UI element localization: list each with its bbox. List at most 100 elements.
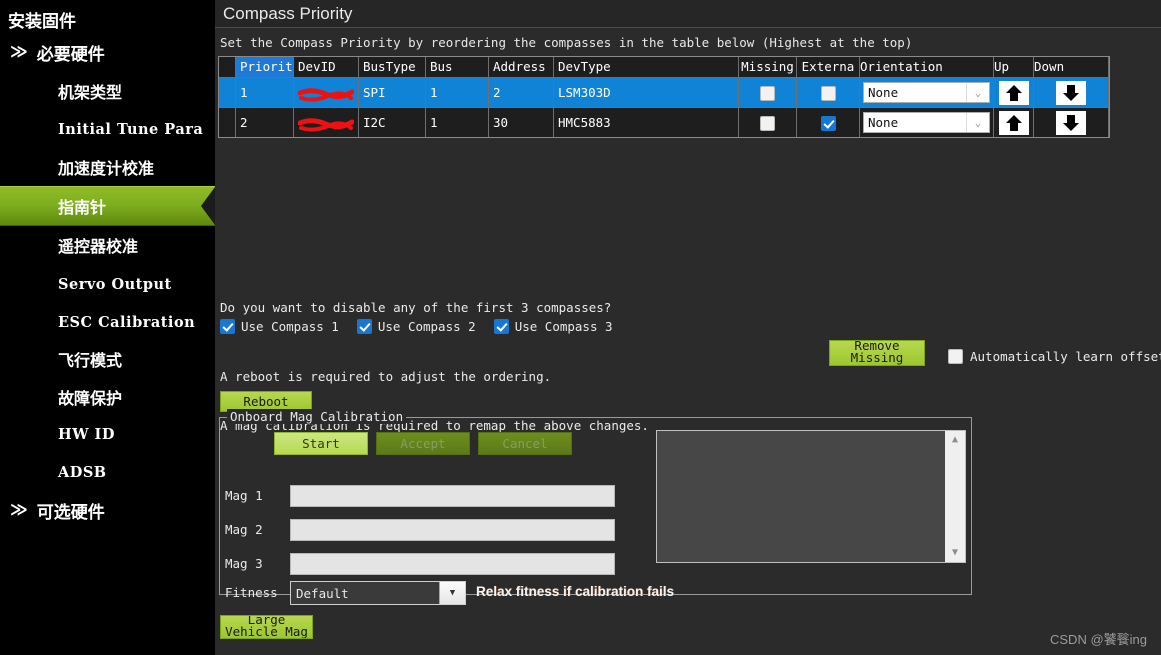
cell-devtype: LSM303D <box>554 78 739 107</box>
table-header-devid[interactable]: DevID <box>294 57 359 77</box>
large-vehicle-mag-button[interactable]: Large Vehicle Mag <box>220 615 313 639</box>
app-root: 安装固件 ≫ 必要硬件 机架类型 Initial Tune Para 加速度计校准 指南针遥… <box>0 0 1161 655</box>
main-panel: Compass Priority Set the Compass Priorit… <box>215 0 1161 655</box>
sidebar-item-4[interactable]: 加速度计校准 <box>0 148 215 186</box>
sidebar-item-8[interactable]: ESC Calibration <box>0 303 215 341</box>
page-title: Compass Priority <box>223 3 353 23</box>
groupbox-legend: Onboard Mag Calibration <box>227 409 407 424</box>
table-body: 1 SPI 1 2 LSM303D None ⌄ 2 I2C 1 30 HMC5883 None ⌄ <box>219 77 1109 137</box>
use-compass-1-item[interactable]: Use Compass 1 <box>220 319 339 334</box>
table-header-bustype[interactable]: BusType <box>359 57 426 77</box>
cell-devtype: HMC5883 <box>554 108 739 137</box>
table-header-devtype[interactable]: DevType <box>554 57 739 77</box>
cell-down[interactable] <box>1034 108 1109 137</box>
onboard-mag-calibration-group: Onboard Mag Calibration Start Accept Can… <box>219 409 972 605</box>
sidebar-item-2[interactable]: 机架类型 <box>0 72 215 110</box>
auto-learn-offsets-label: Automatically learn offsets <box>970 349 1161 364</box>
use-compass-2-label: Use Compass 2 <box>377 319 476 334</box>
move-down-button[interactable] <box>1056 111 1086 135</box>
row-select-cell[interactable] <box>219 78 236 107</box>
orientation-selected-value: None <box>868 85 899 100</box>
sidebar-item-7[interactable]: Servo Output <box>0 265 215 303</box>
sidebar-item-label: Initial Tune Para <box>58 120 204 138</box>
table-header-down[interactable]: Down <box>1034 57 1109 77</box>
cell-priority: 1 <box>236 78 294 107</box>
chevron-down-icon[interactable]: ▼ <box>439 582 465 604</box>
sidebar-item-5[interactable]: 指南针 <box>0 186 215 226</box>
cell-devid <box>294 78 359 107</box>
move-down-button[interactable] <box>1056 81 1086 105</box>
use-compass-2-checkbox[interactable] <box>356 319 372 334</box>
move-up-button[interactable] <box>998 111 1029 135</box>
mag3-label: Mag 3 <box>225 556 263 571</box>
missing-checkbox[interactable] <box>760 116 775 131</box>
relax-fitness-text: Relax fitness if calibration fails <box>476 584 675 599</box>
use-compass-1-label: Use Compass 1 <box>241 319 339 334</box>
use-compass-1-checkbox[interactable] <box>220 319 235 334</box>
cell-external[interactable] <box>797 78 860 107</box>
sidebar-item-12[interactable]: ADSB <box>0 453 215 491</box>
orientation-select[interactable]: None ⌄ <box>863 82 990 103</box>
cell-external[interactable] <box>797 108 860 137</box>
auto-learn-offsets-checkbox[interactable] <box>948 349 963 364</box>
sidebar-item-label: 遥控器校准 <box>58 237 139 256</box>
table-header-address[interactable]: Address <box>489 57 554 77</box>
cell-down[interactable] <box>1034 78 1109 107</box>
cell-address: 2 <box>489 78 554 107</box>
cell-orientation[interactable]: None ⌄ <box>860 108 994 137</box>
chevron-right-icon: ≫ <box>10 500 28 520</box>
chevron-down-icon[interactable]: ⌄ <box>966 113 989 132</box>
use-compass-2-item[interactable]: Use Compass 2 <box>356 319 476 334</box>
cell-missing[interactable] <box>739 78 797 107</box>
sidebar-item-label: 必要硬件 <box>36 44 105 65</box>
cell-missing[interactable] <box>739 108 797 137</box>
table-header-orientation[interactable]: Orientation <box>860 57 994 77</box>
external-checkbox[interactable] <box>820 86 836 101</box>
sidebar-item-3[interactable]: Initial Tune Para <box>0 110 215 148</box>
start-calibration-button[interactable]: Start <box>274 432 368 455</box>
sidebar-item-11[interactable]: HW ID <box>0 415 215 453</box>
cell-bustype: SPI <box>359 78 426 107</box>
cell-orientation[interactable]: None ⌄ <box>860 78 994 107</box>
external-checkbox[interactable] <box>820 116 836 131</box>
selected-indicator-notch <box>201 187 215 225</box>
orientation-select[interactable]: None ⌄ <box>863 112 990 133</box>
compass-priority-table: Priorit DevID BusType Bus Address DevType Miss… <box>218 56 1110 138</box>
fitness-select[interactable]: Default ▼ <box>290 581 466 605</box>
table-header-bus[interactable]: Bus <box>426 57 489 77</box>
sidebar-item-6[interactable]: 遥控器校准 <box>0 226 215 264</box>
scroll-up-icon[interactable]: ▲ <box>952 431 958 449</box>
mag2-label: Mag 2 <box>225 522 263 537</box>
move-up-button[interactable] <box>998 81 1029 105</box>
cell-bustype: I2C <box>359 108 426 137</box>
row-select-cell[interactable] <box>219 108 236 137</box>
table-header-missing[interactable]: Missing <box>739 57 797 77</box>
fitness-selected-value: Default <box>296 585 349 601</box>
use-compass-3-checkbox[interactable] <box>493 319 509 334</box>
table-row[interactable]: 1 SPI 1 2 LSM303D None ⌄ <box>219 77 1109 107</box>
accept-calibration-button[interactable]: Accept <box>376 432 470 455</box>
table-header-select[interactable] <box>219 57 236 77</box>
mag2-progress-field <box>290 519 615 541</box>
sidebar-item-9[interactable]: 飞行模式 <box>0 340 215 378</box>
table-header-priorit[interactable]: Priorit <box>236 57 294 77</box>
table-row[interactable]: 2 I2C 1 30 HMC5883 None ⌄ <box>219 107 1109 137</box>
cancel-calibration-button[interactable]: Cancel <box>478 432 572 455</box>
chevron-down-icon[interactable]: ⌄ <box>966 83 989 102</box>
remove-missing-button[interactable]: Remove Missing <box>829 340 925 366</box>
cell-up[interactable] <box>994 108 1034 137</box>
sidebar-item-label: ADSB <box>58 463 107 481</box>
table-header-up[interactable]: Up <box>994 57 1034 77</box>
table-header-row: Priorit DevID BusType Bus Address DevType Miss… <box>219 57 1109 77</box>
sidebar-item-10[interactable]: 故障保护 <box>0 378 215 416</box>
sidebar-item-1[interactable]: ≫ 必要硬件 <box>0 33 215 71</box>
calibration-log-scrollbar[interactable]: ▲ ▼ <box>945 431 965 562</box>
sidebar-item-13[interactable]: ≫ 可选硬件 <box>0 491 215 529</box>
scroll-down-icon[interactable]: ▼ <box>952 544 958 562</box>
cell-up[interactable] <box>994 78 1034 107</box>
table-header-externa[interactable]: Externa <box>797 57 860 77</box>
use-compass-3-item[interactable]: Use Compass 3 <box>493 319 613 334</box>
auto-learn-offsets-row[interactable]: Automatically learn offsets <box>948 349 1161 364</box>
missing-checkbox[interactable] <box>760 86 775 101</box>
remove-missing-label-line2: Missing <box>850 349 904 365</box>
